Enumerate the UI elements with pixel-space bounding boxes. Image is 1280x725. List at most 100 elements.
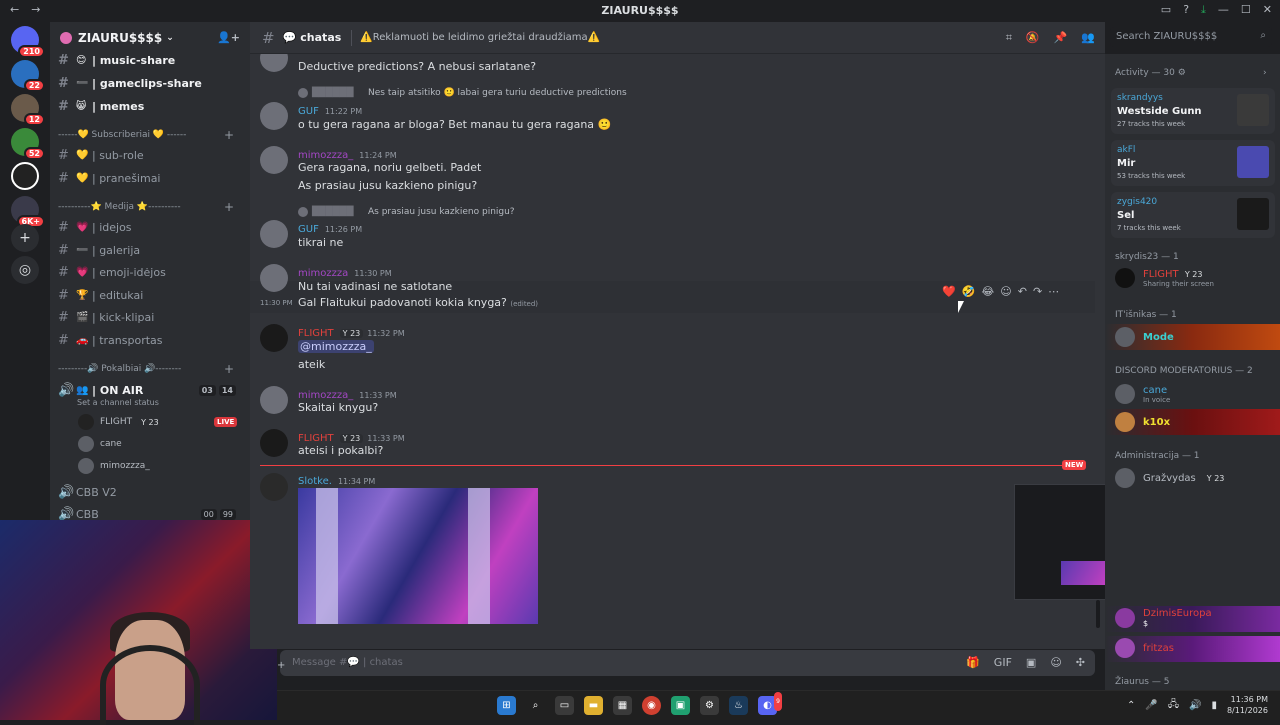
battery-icon[interactable]: ▮: [1211, 700, 1217, 711]
member-flight[interactable]: FLIGHT Y 23 Sharing their screen: [1115, 266, 1214, 290]
message-input[interactable]: Message #💬 | chatas 🎁 GIF ▣ ☺ ✣: [280, 650, 1095, 676]
reaction-joy-icon[interactable]: 😂: [981, 285, 994, 298]
app-icon[interactable]: ▣: [671, 696, 690, 715]
member-cane[interactable]: cane In voice: [1115, 382, 1170, 406]
voice-channel-on-air[interactable]: 🔊 👥 | ON AIR 03 14: [58, 380, 244, 400]
member-dzimiseuropa[interactable]: DzimisEuropa $: [1115, 606, 1212, 630]
apps-icon[interactable]: ✣: [1076, 656, 1085, 669]
add-member-icon[interactable]: 👤+: [217, 31, 240, 44]
settings-icon[interactable]: ⚙: [700, 696, 719, 715]
plus-icon[interactable]: +: [277, 660, 285, 671]
channel-editukai[interactable]: # 🏆 | editukai: [58, 285, 244, 305]
category-pokalbiai[interactable]: ---------🔊 Pokalbiai 🔊-------- +: [58, 362, 244, 376]
scrollbar[interactable]: [1096, 600, 1100, 628]
voice-user-cane[interactable]: cane: [78, 436, 122, 452]
server-icon[interactable]: 22: [11, 60, 45, 92]
help-icon[interactable]: ?: [1183, 3, 1189, 17]
add-server-icon[interactable]: +: [11, 224, 39, 252]
mention[interactable]: @mimozzza_: [298, 340, 374, 353]
channel-pranesimai[interactable]: # 💛 | pranešimai: [58, 168, 244, 188]
server-icon[interactable]: 12: [11, 94, 45, 126]
channel-status[interactable]: Set a channel status: [77, 398, 159, 407]
channel-music-share[interactable]: # 😊 | music-share: [58, 50, 244, 70]
avatar[interactable]: [260, 264, 288, 292]
channel-galerija[interactable]: # ➖ | galerija: [58, 240, 244, 260]
file-explorer-icon[interactable]: ▬: [584, 696, 603, 715]
avatar[interactable]: [260, 220, 288, 248]
voice-user-flight[interactable]: FLIGHT Y 23 LIVE: [78, 414, 238, 430]
server-icon[interactable]: 52: [11, 128, 45, 160]
avatar[interactable]: [260, 146, 288, 174]
category-subscriberiai[interactable]: ------💛 Subscriberiai 💛 ------ +: [58, 128, 244, 142]
discover-icon[interactable]: ◎: [11, 256, 39, 284]
members-icon[interactable]: 👥: [1081, 31, 1095, 45]
maximize-icon[interactable]: ☐: [1241, 3, 1251, 17]
channel-transportas[interactable]: # 🚗 | transportas: [58, 330, 244, 350]
plus-icon[interactable]: +: [224, 362, 234, 376]
start-icon[interactable]: ⊞: [497, 696, 516, 715]
gift-icon[interactable]: 🎁: [966, 656, 980, 669]
channel-sub-role[interactable]: # 💛 | sub-role: [58, 145, 244, 165]
chrome-icon[interactable]: ◉: [642, 696, 661, 715]
plus-icon[interactable]: +: [224, 128, 234, 142]
clock[interactable]: 11:36 PM 8/11/2026: [1227, 694, 1268, 716]
add-reaction-icon[interactable]: ☺: [1000, 285, 1011, 298]
activity-card[interactable]: skrandyys Westside Gunn 27 tracks this w…: [1111, 88, 1275, 134]
channel-kick-klipai[interactable]: # 🎬 | kick-klipai: [58, 307, 244, 327]
activity-card[interactable]: zygis420 Sel 7 tracks this week: [1111, 192, 1275, 238]
avatar[interactable]: [260, 473, 288, 501]
channel-emoji-idejos[interactable]: # 💗 | emoji-idėjos: [58, 262, 244, 282]
server-icon[interactable]: [11, 162, 39, 190]
search-input[interactable]: Search ZIAURU$$$$ ⌕: [1110, 27, 1272, 47]
reply-preview[interactable]: ██████ As prasiau jusu kazkieno pinigu?: [298, 207, 515, 217]
avatar[interactable]: [260, 429, 288, 457]
sticker-icon[interactable]: ▣: [1026, 656, 1036, 669]
voice-channel-cbb-v2[interactable]: 🔊 CBB V2: [58, 482, 244, 502]
network-icon[interactable]: 🖧: [1168, 697, 1179, 714]
store-icon[interactable]: ▦: [613, 696, 632, 715]
search-icon[interactable]: ⌕: [526, 696, 545, 715]
avatar[interactable]: [260, 102, 288, 130]
avatar[interactable]: [260, 324, 288, 352]
reply-icon[interactable]: ↶: [1018, 285, 1027, 298]
channel-idejos[interactable]: # 💗 | idejos: [58, 217, 244, 237]
reaction-heart-icon[interactable]: ❤️: [942, 285, 956, 298]
voice-user-mimozzza[interactable]: mimozzza_: [78, 458, 150, 474]
forward-icon[interactable]: ↷: [1033, 285, 1042, 298]
plus-icon[interactable]: +: [224, 200, 234, 214]
volume-icon[interactable]: 🔊: [1189, 700, 1201, 711]
download-icon[interactable]: ⤓: [1201, 3, 1206, 17]
minimize-icon[interactable]: —: [1218, 3, 1229, 17]
threads-icon[interactable]: ⌗: [1006, 31, 1012, 45]
gif-icon[interactable]: GIF: [994, 656, 1012, 669]
mute-icon[interactable]: 🔕: [1026, 31, 1040, 45]
home-icon[interactable]: 210: [11, 26, 45, 58]
channel-gameclips-share[interactable]: # ➖ | gameclips-share: [58, 73, 244, 93]
activity-header[interactable]: Activity — 30 ⚙ ›: [1115, 68, 1267, 78]
chevron-up-icon[interactable]: ⌃: [1127, 700, 1135, 711]
member-mode[interactable]: Mode: [1115, 325, 1174, 349]
emoji-icon[interactable]: ☺: [1050, 656, 1061, 669]
reaction-rofl-icon[interactable]: 🤣: [962, 285, 976, 298]
discord-icon[interactable]: ◐ 9: [758, 692, 782, 715]
inbox-icon[interactable]: ▭: [1161, 3, 1171, 17]
more-icon[interactable]: ⋯: [1048, 285, 1059, 298]
reply-preview[interactable]: ██████ Nes taip atsitiko 🙂 labai gera tur…: [298, 88, 627, 98]
task-view-icon[interactable]: ▭: [555, 696, 574, 715]
microphone-icon[interactable]: 🎤: [1145, 700, 1157, 711]
server-icon[interactable]: 6K+: [11, 196, 45, 228]
category-medija[interactable]: ----------⭐ Medija ⭐---------- +: [58, 200, 244, 214]
channel-memes[interactable]: # 😸 | memes: [58, 96, 244, 116]
avatar[interactable]: [260, 54, 288, 72]
close-icon[interactable]: ✕: [1263, 3, 1272, 17]
activity-card[interactable]: akFl Mir 53 tracks this week: [1111, 140, 1275, 186]
channel-topic[interactable]: ⚠️Reklamuoti be leidimo griežtai draudži…: [360, 32, 600, 43]
chevron-right-icon[interactable]: ›: [1263, 68, 1267, 78]
member-k10x[interactable]: k10x: [1115, 410, 1170, 434]
member-grazvydas[interactable]: Gražvydas Y 23: [1115, 466, 1231, 490]
steam-icon[interactable]: ♨: [729, 696, 748, 715]
member-fritzas[interactable]: fritzas: [1115, 636, 1174, 660]
pin-icon[interactable]: 📌: [1054, 31, 1068, 45]
image-attachment[interactable]: [298, 488, 538, 624]
avatar[interactable]: [260, 386, 288, 414]
